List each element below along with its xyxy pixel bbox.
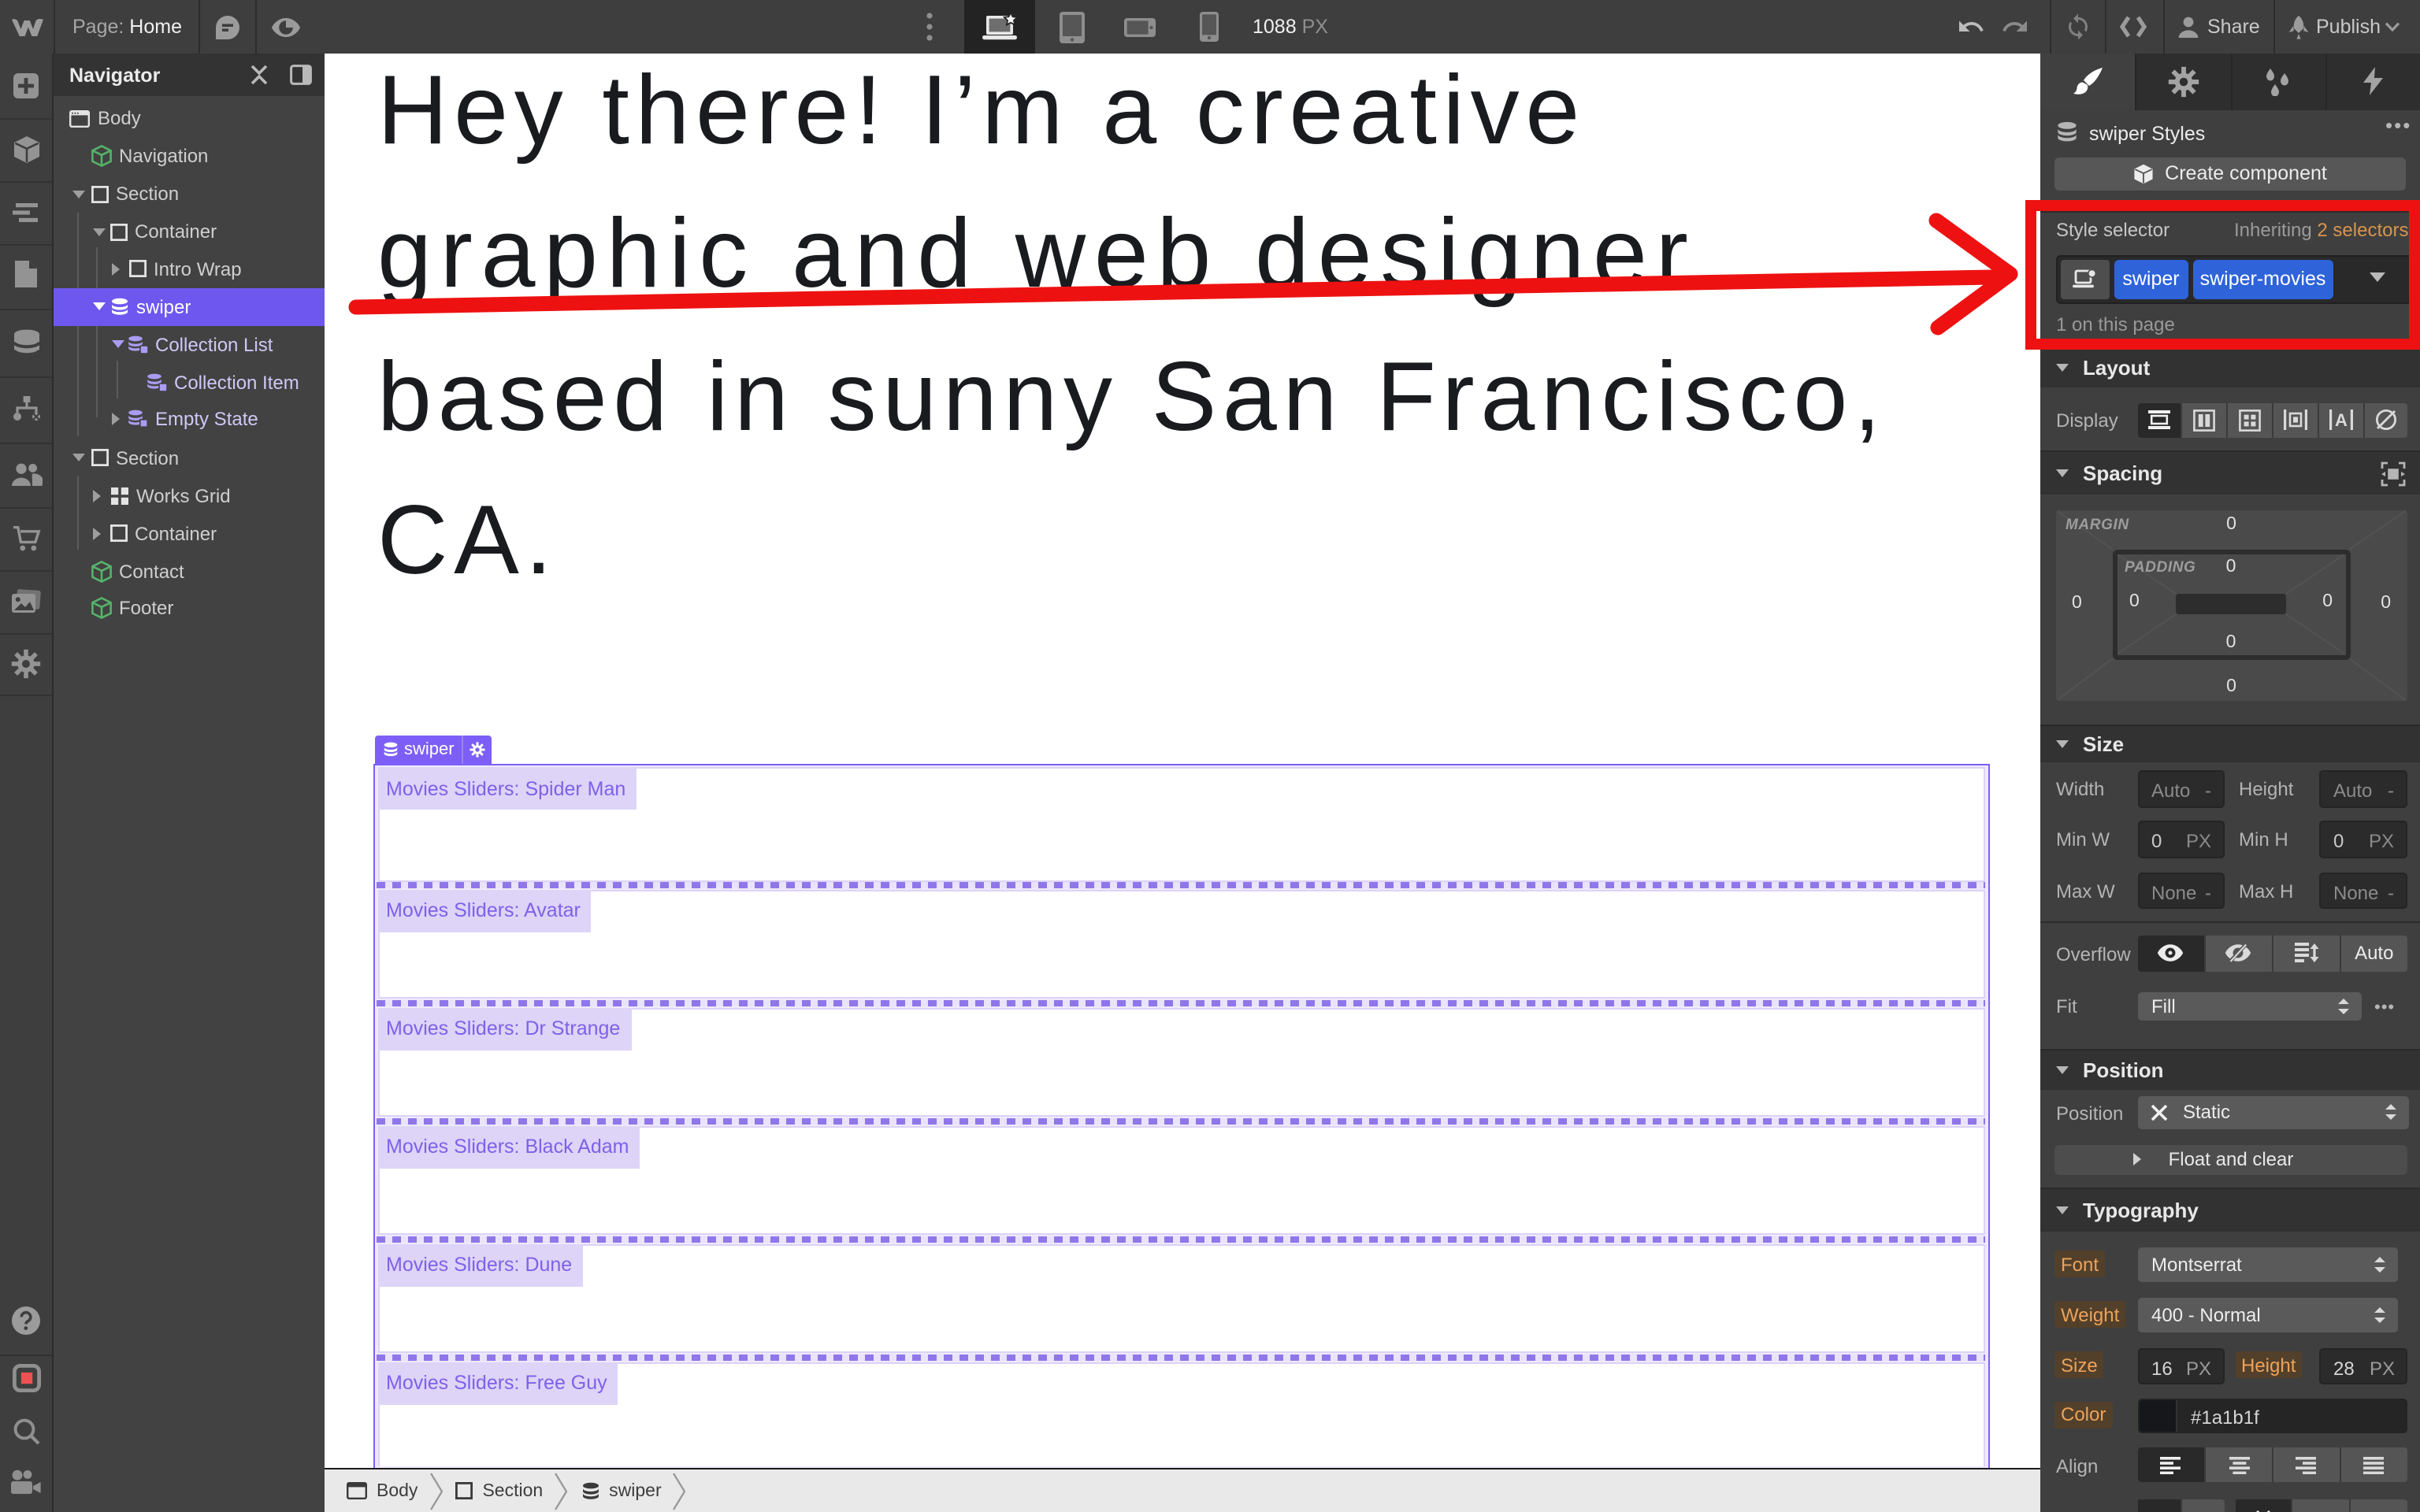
- svg-text:A: A: [2334, 410, 2347, 430]
